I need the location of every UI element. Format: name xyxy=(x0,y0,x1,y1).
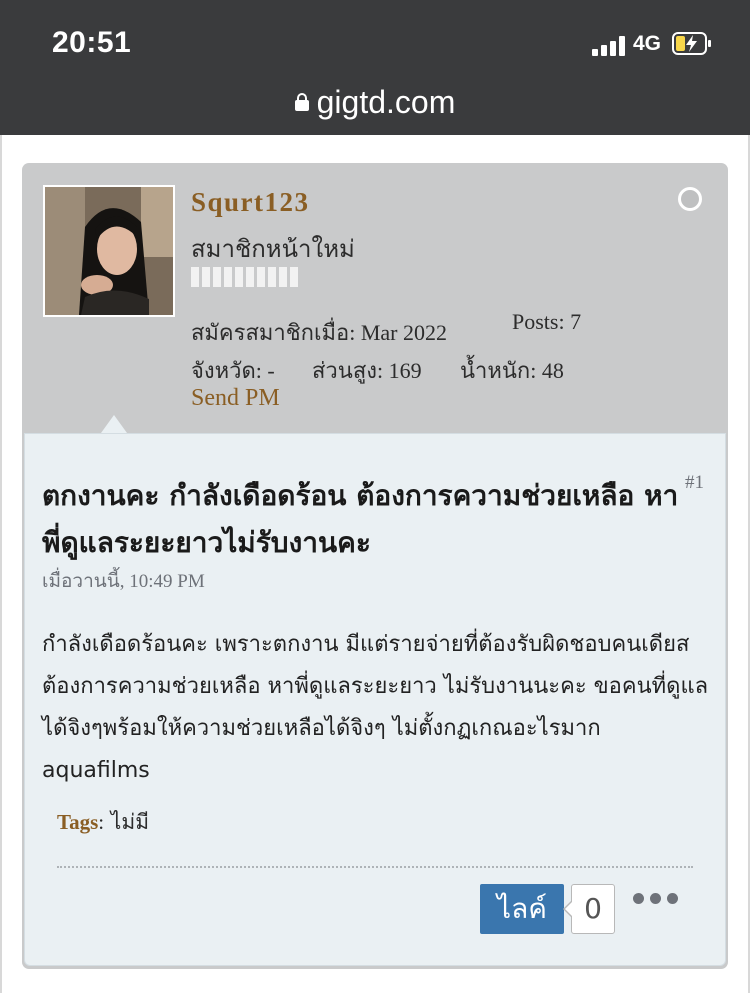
posts-info: Posts: 7 xyxy=(512,309,582,334)
like-button[interactable]: ไลค์ xyxy=(480,884,564,934)
post-number-link[interactable]: #1 xyxy=(685,472,704,494)
province-label: จังหวัด xyxy=(191,358,256,383)
avatar[interactable] xyxy=(43,185,175,317)
province-info: จังหวัด: - xyxy=(191,358,275,383)
page-edge-left xyxy=(0,135,2,993)
more-options-icon[interactable] xyxy=(633,889,679,907)
height-info: ส่วนสูง: 169 xyxy=(312,358,422,383)
joined-info: สมัครสมาชิกเมื่อ: Mar 2022 xyxy=(191,320,448,345)
post-tags: Tags: ไม่มี xyxy=(57,810,150,834)
post-content: ตกงานคะ กำลังเดือดร้อน ต้องการความช่วยเห… xyxy=(24,433,726,966)
content-pointer xyxy=(101,415,127,433)
weight-info: น้ำหนัก: 48 xyxy=(460,358,564,383)
posts-value: 7 xyxy=(570,309,582,334)
forum-post: Squrt123 สมาชิกหน้าใหม่ สมัครสมาชิกเมื่อ… xyxy=(22,163,728,969)
divider xyxy=(57,866,693,868)
address-bar[interactable]: gigtd.com xyxy=(0,84,750,121)
weight-label: น้ำหนัก xyxy=(460,358,531,383)
lock-icon xyxy=(294,93,309,111)
tags-label: Tags xyxy=(57,810,99,834)
height-value: 169 xyxy=(388,358,422,383)
weight-value: 48 xyxy=(541,358,564,383)
post-title: ตกงานคะ กำลังเดือดร้อน ต้องการความช่วยเห… xyxy=(42,479,679,559)
joined-value: Mar 2022 xyxy=(360,320,448,345)
browser-header: 20:51 4G gigtd.com xyxy=(0,0,750,135)
post-date: เมื่อวานนี้, 10:49 PM xyxy=(42,571,205,592)
online-status-icon xyxy=(678,187,702,211)
height-label: ส่วนสูง xyxy=(312,358,377,383)
network-type: 4G xyxy=(633,32,662,55)
status-time: 20:51 xyxy=(52,26,132,59)
url-text: gigtd.com xyxy=(316,84,456,120)
tags-value: ไม่มี xyxy=(110,810,150,834)
joined-label: สมัครสมาชิกเมื่อ xyxy=(191,320,350,345)
province-value: - xyxy=(267,358,275,383)
signal-icon xyxy=(592,36,628,56)
posts-label: Posts xyxy=(512,309,559,334)
post-body: กำลังเดือดร้อนคะ เพราะตกงาน มีแต่รายจ่าย… xyxy=(42,632,709,783)
send-pm-link[interactable]: Send PM xyxy=(191,385,280,412)
reputation-bar xyxy=(191,267,301,287)
username-link[interactable]: Squrt123 xyxy=(191,187,310,218)
like-count: 0 xyxy=(563,884,615,934)
user-rank: สมาชิกหน้าใหม่ xyxy=(191,235,355,263)
battery-charging-icon xyxy=(672,32,711,55)
